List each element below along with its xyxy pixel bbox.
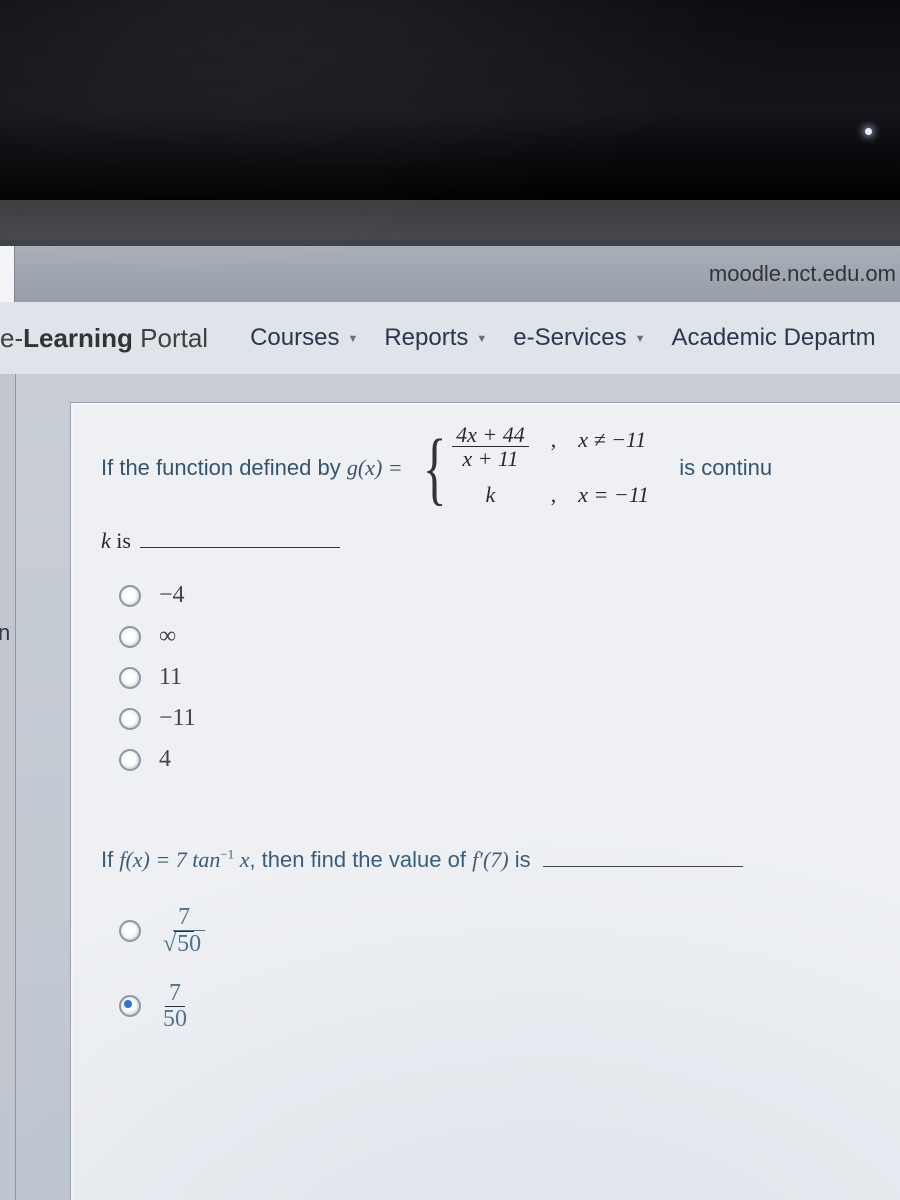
tab-edge — [0, 246, 15, 302]
superscript: −1 — [220, 847, 234, 862]
radio-icon[interactable] — [119, 995, 141, 1017]
left-brace-icon: { — [423, 433, 447, 503]
radio-icon[interactable] — [119, 585, 141, 607]
question-text: If — [101, 847, 119, 872]
fraction: 4x + 44 x + 11 — [452, 423, 529, 470]
nav-label: Courses — [250, 324, 339, 352]
option-7-over-50[interactable]: 7 50 — [119, 981, 900, 1032]
fraction: 7 √50 — [159, 905, 209, 956]
option-label: −11 — [159, 705, 196, 732]
radio-icon[interactable] — [119, 920, 141, 942]
radio-icon[interactable] — [119, 626, 141, 648]
condition: x = −11 — [578, 478, 649, 512]
nav-item-academic-departments[interactable]: Academic Departm — [672, 324, 876, 352]
k-is-line: k is — [101, 528, 900, 554]
nav-label: Reports — [384, 324, 468, 352]
function-name: g(x) = — [347, 451, 403, 485]
option-4[interactable]: 4 — [119, 746, 900, 773]
nav-item-courses[interactable]: Courses ▼ — [250, 324, 358, 352]
is-text: is — [111, 528, 137, 553]
radio-icon[interactable] — [119, 749, 141, 771]
option-neg11[interactable]: −11 — [119, 705, 900, 732]
fraction-denominator: √50 — [159, 932, 209, 957]
option-label: 4 — [159, 746, 171, 773]
nav-label: e-Services — [513, 324, 626, 352]
chevron-down-icon: ▼ — [635, 333, 646, 345]
comma: , — [551, 423, 557, 470]
variable-k: k — [101, 528, 111, 553]
brand-prefix: e- — [0, 323, 23, 353]
function-expr: f(x) = 7 tan — [119, 847, 220, 872]
question-2: If f(x) = 7 tan−1 x, then find the value… — [101, 843, 900, 877]
option-label: 11 — [159, 664, 182, 691]
piecewise-function: { 4x + 44 x + 11 , x ≠ −11 k , x = −11 — [415, 423, 649, 512]
monitor-bezel — [0, 0, 900, 200]
question-text: is continu — [679, 451, 772, 485]
brand[interactable]: e-Learning Portal — [0, 323, 208, 354]
option-7-over-sqrt50[interactable]: 7 √50 — [119, 905, 900, 956]
cropped-text: n — [0, 620, 10, 646]
fraction-numerator: 4x + 44 — [452, 423, 529, 447]
condition: x ≠ −11 — [578, 423, 649, 470]
radicand: 50 — [173, 930, 205, 957]
fraction-numerator: 7 — [174, 905, 194, 931]
question-card: If the function defined by g(x) = { 4x +… — [70, 402, 900, 1200]
browser-chrome: moodle.nct.edu.om — [0, 240, 900, 303]
option-neg4[interactable]: −4 — [119, 582, 900, 609]
option-label: −4 — [159, 582, 185, 609]
radio-icon[interactable] — [119, 708, 141, 730]
k-value: k — [452, 478, 529, 512]
comma: , — [551, 478, 557, 512]
is-text: is — [509, 847, 537, 872]
radio-icon[interactable] — [119, 667, 141, 689]
address-bar-text[interactable]: moodle.nct.edu.om — [709, 261, 900, 287]
brand-main: Learning — [23, 323, 133, 353]
answer-blank — [140, 547, 340, 548]
question-text: If the function defined by — [101, 451, 341, 485]
power-led-icon — [865, 128, 872, 135]
chevron-down-icon: ▼ — [347, 333, 358, 345]
page-body: n on If the function defined by g(x) = {… — [0, 374, 900, 1200]
fraction-denominator: x + 11 — [458, 447, 522, 470]
option-infinity[interactable]: ∞ — [119, 623, 900, 650]
q2-options: 7 √50 7 50 — [119, 905, 900, 1032]
nav-item-eservices[interactable]: e-Services ▼ — [513, 324, 645, 352]
top-nav: e-Learning Portal Courses ▼ Reports ▼ e-… — [0, 302, 900, 375]
option-label: ∞ — [159, 623, 176, 650]
nav-label: Academic Departm — [672, 324, 876, 352]
q1-options: −4 ∞ 11 −11 4 — [119, 582, 900, 773]
fraction-numerator: 7 — [165, 981, 185, 1007]
answer-blank — [543, 866, 743, 867]
left-block-strip: n on — [0, 374, 16, 1200]
fprime: f′(7) — [472, 847, 509, 872]
option-11[interactable]: 11 — [119, 664, 900, 691]
brand-suffix: Portal — [133, 323, 208, 353]
variable-x: x — [234, 847, 249, 872]
chevron-down-icon: ▼ — [476, 333, 487, 345]
question-text: , then find the value of — [249, 847, 472, 872]
fraction-denominator: 50 — [159, 1007, 191, 1032]
nav-item-reports[interactable]: Reports ▼ — [384, 324, 487, 352]
question-1: If the function defined by g(x) = { 4x +… — [101, 423, 900, 512]
fraction: 7 50 — [159, 981, 191, 1032]
